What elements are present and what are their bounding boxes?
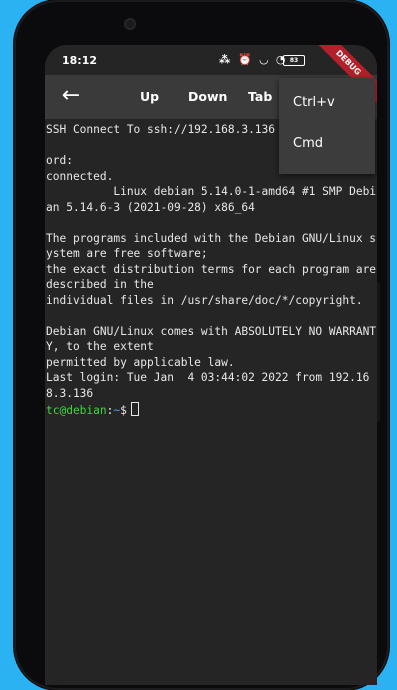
battery-icon: 83 bbox=[283, 55, 305, 66]
terminal-prompt: tc@debian:~$ bbox=[46, 402, 139, 419]
down-button[interactable]: Down bbox=[188, 89, 227, 104]
prompt-user: tc@debian bbox=[46, 404, 107, 417]
text-cursor bbox=[130, 402, 139, 416]
status-icons: ⁂ ⏰ ◡ ◔ bbox=[219, 53, 288, 66]
back-arrow-icon[interactable]: ← bbox=[59, 84, 83, 108]
status-time: 18:12 bbox=[62, 54, 98, 67]
prompt-symbol: $ bbox=[120, 404, 127, 417]
app-screen: 18:12 ⁂ ⏰ ◡ ◔ 83 ← Up Down Tab DEBUG SSH… bbox=[45, 45, 377, 685]
terminal-view[interactable]: SSH Connect To ssh://192.168.3.136 ord: … bbox=[45, 119, 377, 685]
menu-item-cmd[interactable]: Cmd bbox=[293, 136, 323, 151]
front-camera bbox=[124, 18, 136, 30]
menu-item-ctrl-v[interactable]: Ctrl+v bbox=[293, 95, 335, 110]
tab-button[interactable]: Tab bbox=[248, 89, 272, 104]
phone-frame: 18:12 ⁂ ⏰ ◡ ◔ 83 ← Up Down Tab DEBUG SSH… bbox=[14, 0, 389, 690]
up-button[interactable]: Up bbox=[140, 89, 159, 104]
overflow-menu: Ctrl+v Cmd bbox=[279, 78, 375, 174]
